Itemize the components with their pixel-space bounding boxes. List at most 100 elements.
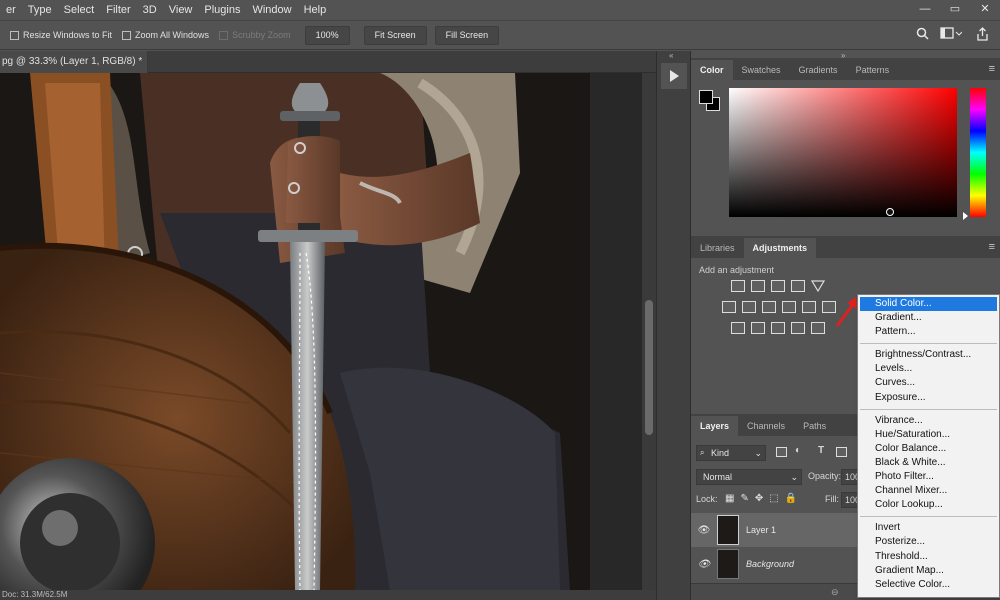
menu-item-black-white[interactable]: Black & White... [858,456,999,470]
posterize-icon[interactable] [751,322,765,334]
menu-item-selective-color[interactable]: Selective Color... [858,578,999,592]
tab-paths[interactable]: Paths [794,416,835,436]
hue-slider-handle[interactable] [963,212,968,220]
tab-adjustments[interactable]: Adjustments [743,238,817,258]
link-layers-icon[interactable]: ⊖ [831,587,839,597]
tab-patterns[interactable]: Patterns [847,60,899,80]
foreground-color-swatch[interactable] [699,90,713,104]
menu-item-solid-color[interactable]: Solid Color... [860,297,997,312]
menu-item-window[interactable]: Window [246,4,297,16]
levels-icon[interactable] [751,280,765,292]
filter-image-icon[interactable] [776,447,787,457]
scrubby-zoom-label: Scrubby Zoom [232,30,291,40]
menu-item-posterize[interactable]: Posterize... [858,535,999,549]
resize-windows-checkbox[interactable]: Resize Windows to Fit [10,30,112,40]
menu-item-brightness-contrast[interactable]: Brightness/Contrast... [858,348,999,362]
tab-channels[interactable]: Channels [738,416,794,436]
menu-item-gradient[interactable]: Gradient... [858,311,999,325]
invert-icon[interactable] [731,322,745,334]
color-balance-icon[interactable] [762,301,776,313]
maximize-button[interactable]: ▭ [940,0,970,20]
filter-type-icon[interactable]: T [818,445,824,456]
layer-row-layer1[interactable]: 👁 Layer 1 [691,513,858,547]
menu-item-plugins[interactable]: Plugins [198,4,246,16]
kind-label: Kind [711,448,730,458]
hue-saturation-icon[interactable] [742,301,756,313]
tab-layers[interactable]: Layers [691,416,739,436]
exposure-icon[interactable] [791,280,805,292]
menu-item-levels[interactable]: Levels... [858,362,999,376]
scrollbar-thumb[interactable] [645,300,653,435]
panel-menu-icon[interactable]: ≡ [989,241,995,253]
layer-filter-kind[interactable]: ⌕ Kind ⌄ [696,445,766,461]
filter-shape-icon[interactable] [836,447,847,457]
search-icon[interactable] [916,27,929,43]
tab-gradients[interactable]: Gradients [790,60,847,80]
menu-item-vibrance[interactable]: Vibrance... [858,414,999,428]
blend-mode-value: Normal [703,472,733,482]
play-actions-icon[interactable] [661,63,687,89]
threshold-icon[interactable] [771,322,785,334]
lock-icons[interactable]: ▦✎✥⬚🔒 [725,493,803,504]
menu-item-pattern[interactable]: Pattern... [858,325,999,339]
menu-item-type[interactable]: Type [22,4,58,16]
menu-item-threshold[interactable]: Threshold... [858,550,999,564]
selective-color-icon[interactable] [791,322,805,334]
menu-item-color-balance[interactable]: Color Balance... [858,442,999,456]
menu-item-select[interactable]: Select [58,4,101,16]
vibrance-icon[interactable] [722,301,736,313]
blend-mode-select[interactable]: Normal ⌄ [696,469,802,485]
color-field[interactable] [729,88,957,217]
menu-item-hue-saturation[interactable]: Hue/Saturation... [858,428,999,442]
collapse-arrows-icon[interactable]: « [669,51,673,60]
collapsed-panel-dock: « [656,51,690,600]
tab-swatches[interactable]: Swatches [733,60,790,80]
minimize-button[interactable]: — [910,0,940,20]
menu-item-help[interactable]: Help [298,4,333,16]
photo-filter-icon[interactable] [802,301,816,313]
fill-screen-button[interactable]: Fill Screen [434,25,500,45]
fg-bg-color-swatches[interactable] [699,90,721,112]
menu-item-color-lookup[interactable]: Color Lookup... [858,498,999,512]
menu-item-filter[interactable]: Filter [100,4,136,16]
canvas[interactable] [0,73,590,590]
menu-item-gradient-map[interactable]: Gradient Map... [858,564,999,578]
menu-separator [860,408,997,410]
zoom-percent-field[interactable]: 100% [304,25,350,45]
gradient-map-icon[interactable] [811,322,825,334]
filter-adjust-icon[interactable]: ◐ [795,445,801,456]
menu-item-photo-filter[interactable]: Photo Filter... [858,470,999,484]
eye-icon[interactable]: 👁 [691,559,717,570]
eye-icon[interactable]: 👁 [691,525,717,536]
menu-item-view[interactable]: View [163,4,199,16]
fit-screen-button[interactable]: Fit Screen [363,25,427,45]
pasteboard [590,73,642,590]
tab-color[interactable]: Color [691,60,733,80]
menu-item-invert[interactable]: Invert [858,521,999,535]
scrubby-zoom-checkbox[interactable]: Scrubby Zoom [219,30,291,40]
share-icon[interactable] [976,27,989,44]
hue-slider[interactable] [970,88,986,217]
tab-libraries[interactable]: Libraries [691,238,744,258]
menu-item-curves[interactable]: Curves... [858,376,999,390]
panel-menu-icon[interactable]: ≡ [989,63,995,75]
document-tab[interactable]: pg @ 33.3% (Layer 1, RGB/8) *× [0,51,148,73]
menu-bar: er Type Select Filter 3D View Plugins Wi… [0,0,1000,20]
viking-photo [0,73,590,590]
layer-row-background[interactable]: 👁 Background [691,547,858,581]
menu-item-exposure[interactable]: Exposure... [858,391,999,405]
workspace-icon[interactable] [940,27,963,43]
close-window-button[interactable]: ✕ [970,0,1000,20]
layer-thumbnail [717,549,739,579]
brightness-contrast-icon[interactable] [731,280,745,292]
curves-icon[interactable] [771,280,785,292]
menu-separator [860,516,997,518]
color-picker-cursor[interactable] [886,208,894,216]
black-white-icon[interactable] [782,301,796,313]
menu-item-3d[interactable]: 3D [137,4,163,16]
opacity-label: Opacity: [808,471,842,481]
zoom-all-windows-checkbox[interactable]: Zoom All Windows [122,30,209,40]
menu-item-channel-mixer[interactable]: Channel Mixer... [858,484,999,498]
gradient-map-triangle-icon[interactable] [810,280,826,295]
menu-item-layer[interactable]: er [0,4,22,16]
